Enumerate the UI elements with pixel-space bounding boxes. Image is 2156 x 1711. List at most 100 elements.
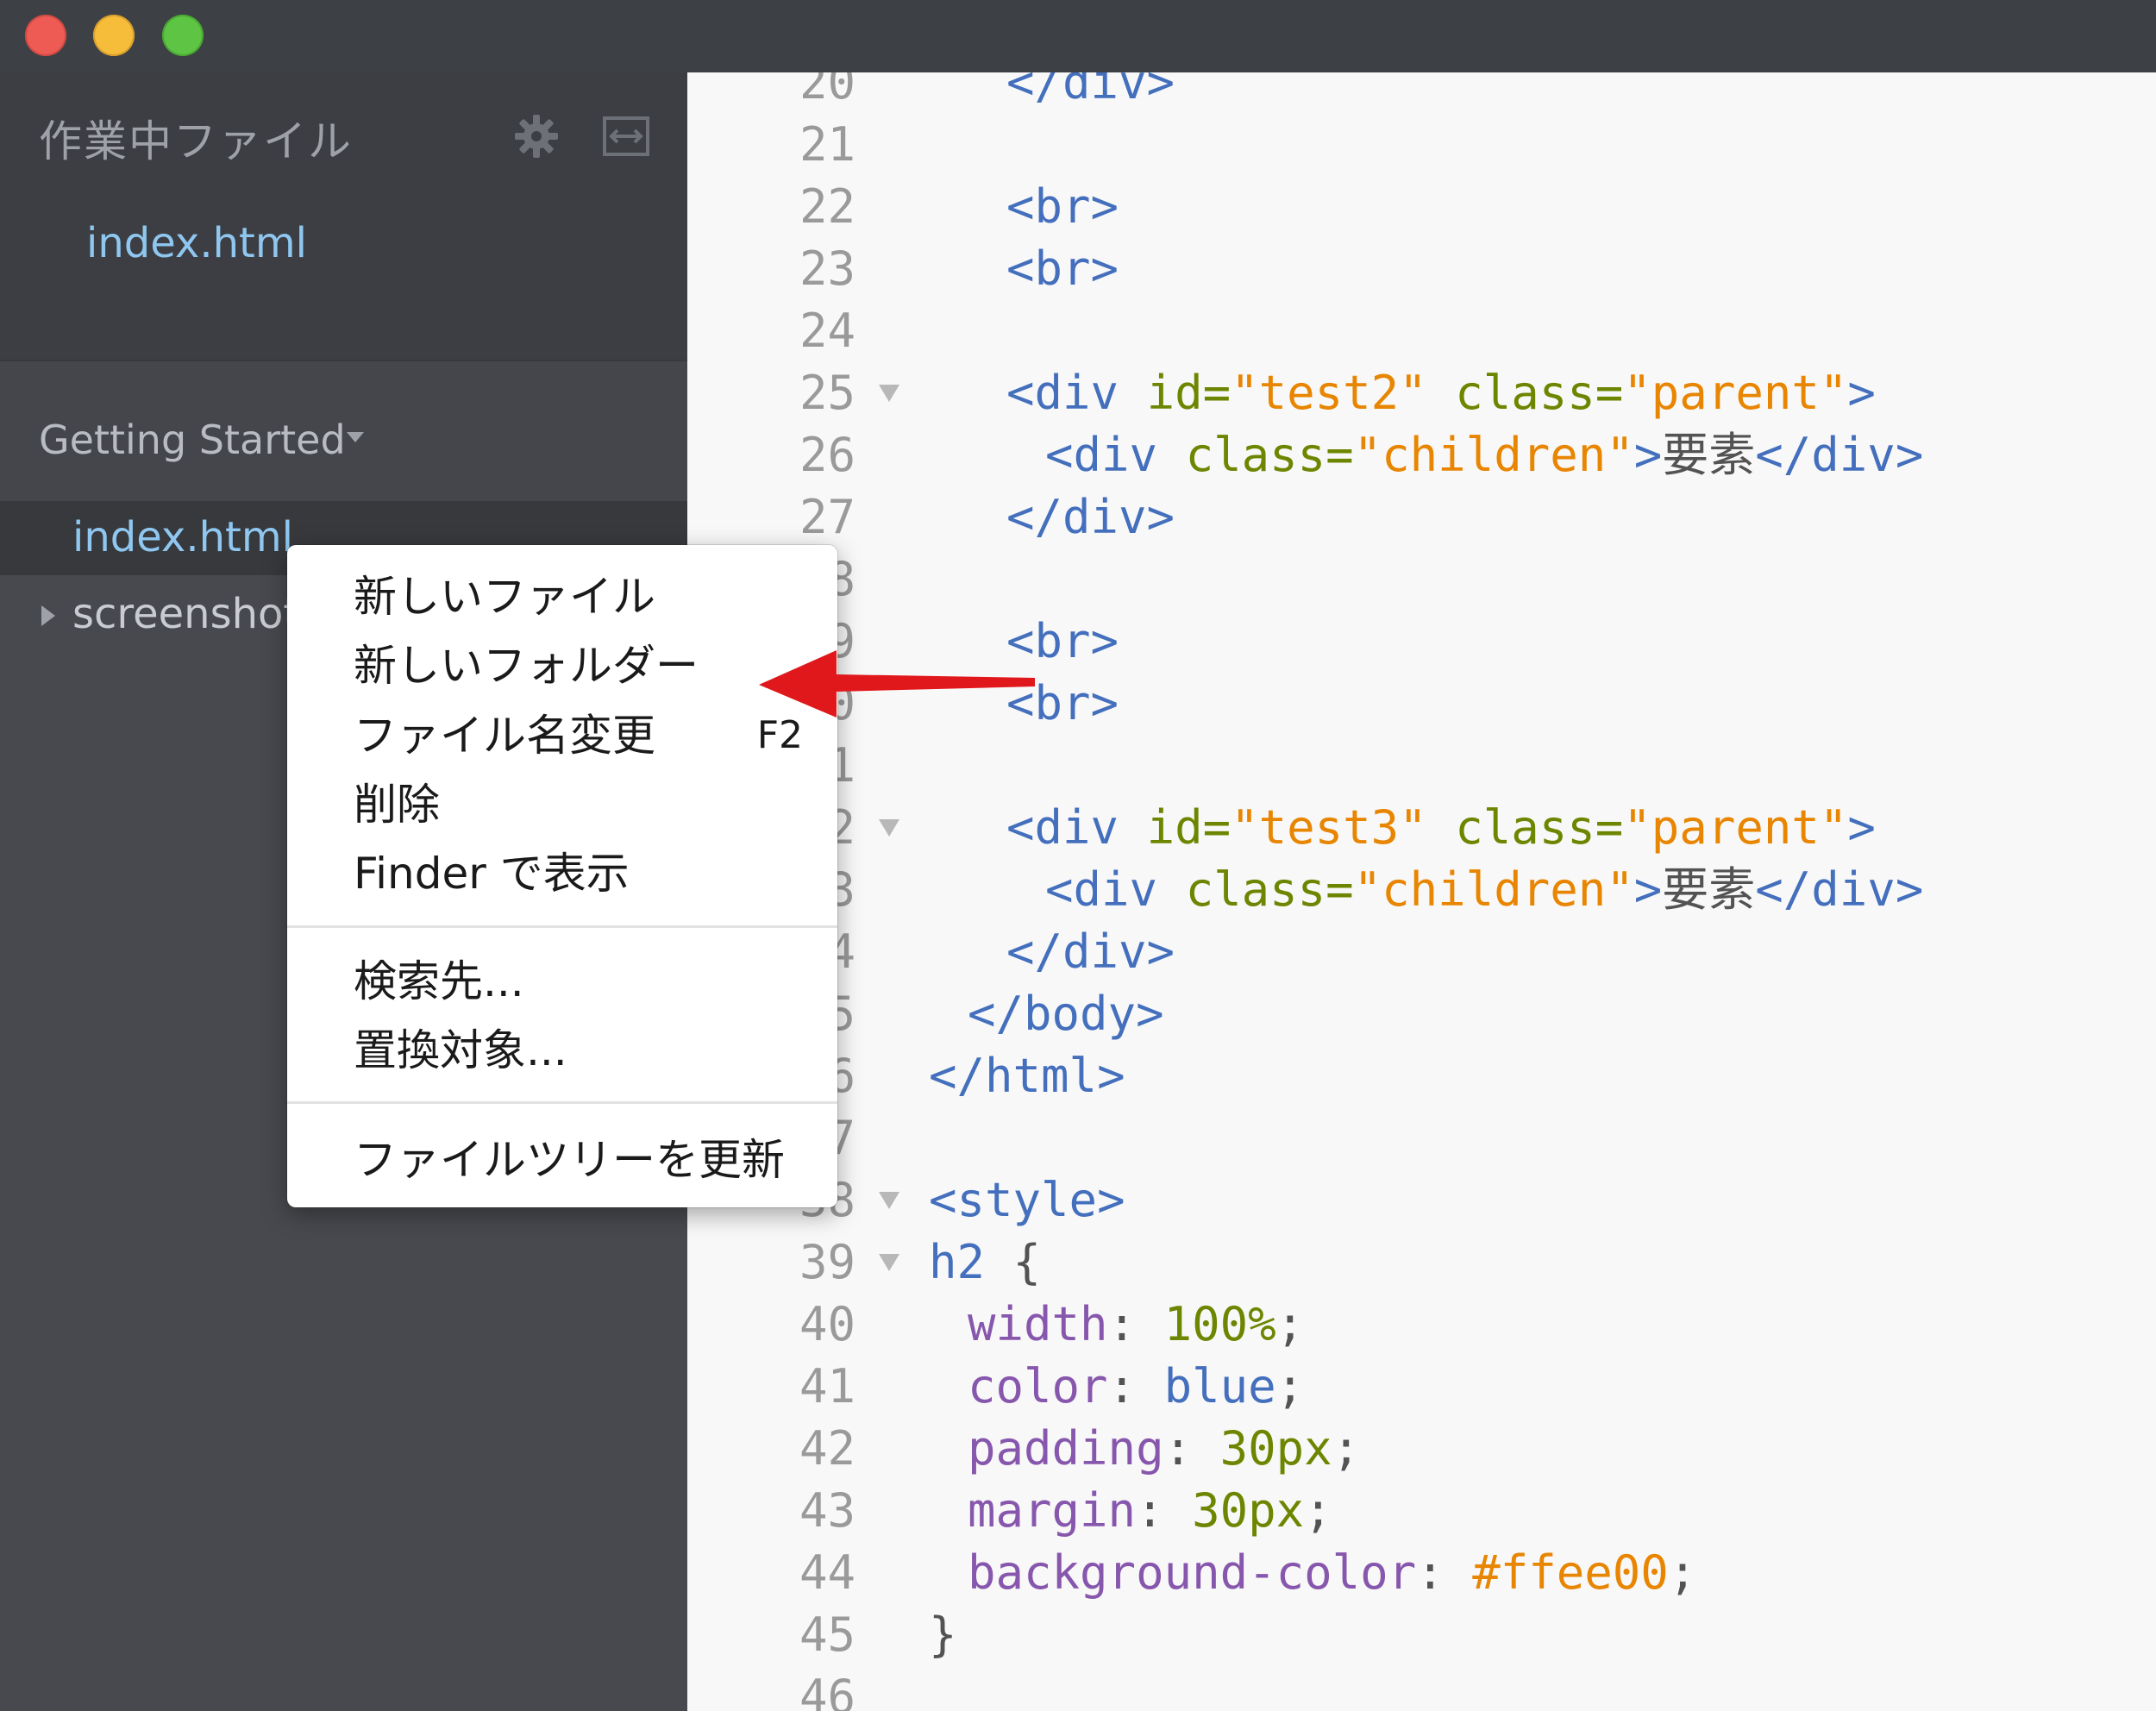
code-text: <br> [1006,176,1119,238]
code-text: } [929,1604,957,1666]
code-token: : [1107,1359,1164,1413]
context-menu-item-label: 新しいファイル [354,572,655,622]
code-line[interactable]: 27 </div> [687,486,2156,548]
code-text: <style> [929,1169,1125,1232]
code-token: 要素 [1662,862,1756,917]
code-token: } [929,1608,957,1662]
code-line[interactable]: 41 color: blue; [687,1356,2156,1418]
code-text: width: 100%; [968,1294,1304,1356]
context-menu-item[interactable]: Finder で表示 [287,839,837,908]
line-number: 27 [799,490,856,544]
code-line[interactable]: 42 padding: 30px; [687,1418,2156,1480]
context-menu-separator [287,1101,837,1104]
line-number: 20 [799,72,856,110]
code-token: "parent" [1623,366,1848,420]
code-line[interactable]: 26 <div class="children">要素</div> [687,424,2156,486]
code-line[interactable]: 31 [687,735,2156,797]
code-token: </div> [1006,72,1175,110]
code-text: h2 { [929,1232,1041,1294]
code-line[interactable]: 39 h2 { [687,1232,2156,1294]
working-files-title: 作業中ファイル [39,116,353,166]
code-line[interactable]: 46 [687,1666,2156,1711]
code-text: </div> [1006,921,1175,983]
line-number: 41 [799,1359,856,1413]
project-dropdown[interactable]: Getting Started [0,361,687,501]
code-line[interactable]: 24 [687,300,2156,362]
code-line[interactable]: 21 [687,114,2156,176]
code-token: class= [1185,428,1354,482]
code-token: : [1163,1421,1220,1476]
code-token: <div [1006,366,1147,420]
split-view-icon[interactable] [602,116,650,157]
code-text: </div> [1006,72,1175,114]
code-line[interactable]: 25 <div id="test2" class="parent"> [687,362,2156,424]
code-line[interactable]: 34</div> [687,921,2156,983]
red-arrow-annotation [759,650,1035,718]
code-token: : [1136,1483,1193,1538]
fold-arrow-icon[interactable] [879,819,899,837]
close-window-button[interactable] [25,15,66,56]
fold-arrow-icon[interactable] [879,385,899,402]
context-menu-separator [287,925,837,928]
minimize-window-button[interactable] [93,15,135,56]
code-token: "children" [1353,428,1634,482]
code-token: <div [1006,800,1147,855]
context-menu-item-label: ファイル名変更 [354,711,655,761]
context-menu-item-label: 置換対象... [354,1025,567,1075]
context-menu-item[interactable]: 削除 [287,770,837,839]
code-line[interactable]: 33<div class="children">要素</div> [687,859,2156,921]
code-token: "children" [1353,862,1634,917]
line-number: 25 [799,366,856,420]
context-menu-item[interactable]: 新しいファイル [287,562,837,631]
code-token: #ffee00 [1472,1545,1669,1600]
project-name: Getting Started [39,417,346,463]
code-line[interactable]: 35</body> [687,983,2156,1045]
line-number: 42 [799,1421,856,1476]
context-menu-item-label: 検索先... [354,956,524,1006]
context-menu-item[interactable]: 置換対象... [287,1016,837,1085]
code-token: ; [1332,1421,1361,1476]
code-text: <div class="children">要素</div> [1045,424,1923,486]
working-file-item[interactable]: index.html [86,219,307,267]
code-token: h2 [929,1235,986,1289]
code-token: ; [1275,1359,1305,1413]
code-token: "parent" [1623,800,1848,855]
code-line[interactable]: 36</html> [687,1045,2156,1107]
code-line[interactable]: 23 <br> [687,238,2156,300]
context-menu-item[interactable]: 検索先... [287,947,837,1016]
line-number: 26 [799,428,856,482]
code-token: : [1107,1297,1164,1351]
code-token: 100% [1163,1297,1276,1351]
code-text: </div> [1006,486,1175,548]
gear-icon[interactable] [514,114,559,159]
code-text: <br> [1006,238,1119,300]
fold-arrow-icon[interactable] [879,1254,899,1271]
code-line[interactable]: 43 margin: 30px; [687,1480,2156,1542]
zoom-window-button[interactable] [162,15,204,56]
fold-arrow-icon[interactable] [879,1192,899,1209]
code-line[interactable]: 45} [687,1604,2156,1666]
line-number: 23 [799,241,856,296]
code-token: { [985,1235,1042,1289]
code-text: <div id="test3" class="parent"> [1006,797,1876,859]
working-files-panel: 作業中ファイル index.html [0,72,687,361]
code-line[interactable]: 37 [687,1107,2156,1169]
code-line[interactable]: 28 [687,548,2156,611]
context-menu-item[interactable]: ファイルツリーを更新 [287,1125,837,1194]
code-editor[interactable]: 20 </div> 21 22 <br> 23 <br> 24 25 <div id="test2… [687,72,2156,1711]
code-token: <div [1045,428,1186,482]
context-menu-item-label: ファイルツリーを更新 [354,1135,785,1185]
code-line[interactable]: 32<div id="test3" class="parent"> [687,797,2156,859]
code-line[interactable]: 20 </div> [687,72,2156,114]
code-token: margin [968,1483,1137,1538]
disclosure-triangle-icon[interactable] [41,605,55,626]
code-line[interactable]: 40 width: 100%; [687,1294,2156,1356]
code-token: 要素 [1662,428,1756,482]
context-menu-item-label: Finder で表示 [354,849,630,899]
code-line[interactable]: 44 background-color: #ffee00; [687,1542,2156,1604]
code-line[interactable]: 22 <br> [687,176,2156,238]
code-text: color: blue; [968,1356,1304,1418]
code-token: ; [1275,1297,1305,1351]
code-token: "test3" [1231,800,1427,855]
code-line[interactable]: 38<style> [687,1169,2156,1232]
